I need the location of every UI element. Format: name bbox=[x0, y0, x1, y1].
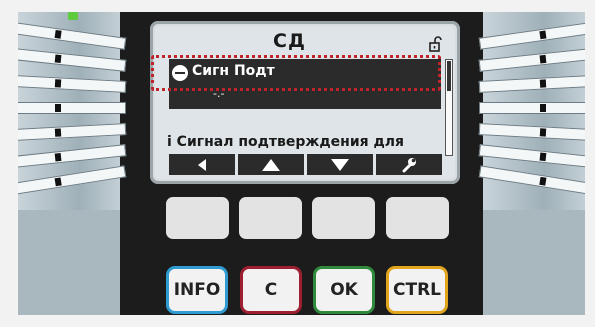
terminal-contact bbox=[18, 48, 127, 72]
terminal-contact bbox=[478, 165, 585, 195]
ok-button[interactable]: OK bbox=[313, 266, 375, 314]
lcd-screen: СД Сигн Подт -.- i Сигнал подтверждения … bbox=[155, 26, 455, 179]
arrow-up-icon bbox=[262, 158, 280, 171]
terminal-contact bbox=[18, 102, 126, 114]
terminal-contact bbox=[18, 22, 127, 50]
softkey-wrench[interactable] bbox=[376, 154, 442, 175]
ctrl-button[interactable]: CTRL bbox=[386, 266, 448, 314]
terminal-contact bbox=[18, 165, 127, 195]
side-lower-panel bbox=[18, 210, 120, 315]
terminal-contact bbox=[478, 144, 585, 168]
c-button[interactable]: C bbox=[240, 266, 302, 314]
info-line: i Сигнал подтверждения для bbox=[167, 134, 405, 150]
terminal-contact bbox=[478, 48, 585, 72]
function-key-4[interactable] bbox=[386, 197, 449, 239]
softkey-bar bbox=[169, 154, 442, 175]
terminal-contact bbox=[18, 144, 127, 168]
screen-title: СД bbox=[273, 30, 306, 52]
softkey-down[interactable] bbox=[307, 154, 373, 175]
function-key-2[interactable] bbox=[239, 197, 302, 239]
terminal-contact bbox=[478, 22, 585, 50]
terminal-contact bbox=[18, 75, 127, 93]
function-key-3[interactable] bbox=[312, 197, 375, 239]
lock-open-icon bbox=[429, 36, 442, 52]
lcd-bezel: СД Сигн Подт -.- i Сигнал подтверждения … bbox=[150, 21, 460, 184]
status-led bbox=[68, 12, 78, 20]
terminal-contact bbox=[479, 102, 585, 114]
arrow-left-icon bbox=[198, 158, 206, 171]
scrollbar[interactable] bbox=[445, 59, 453, 156]
terminal-contact bbox=[18, 123, 127, 141]
arrow-down-icon bbox=[331, 158, 349, 171]
scrollbar-thumb[interactable] bbox=[447, 61, 451, 91]
softkey-left[interactable] bbox=[169, 154, 235, 175]
terminal-contact bbox=[478, 75, 585, 93]
wrench-icon bbox=[402, 157, 416, 172]
selection-highlight-frame bbox=[151, 55, 441, 91]
right-terminal-strip bbox=[478, 12, 585, 315]
side-lower-panel bbox=[483, 210, 585, 315]
info-button[interactable]: INFO bbox=[166, 266, 228, 314]
function-key-1[interactable] bbox=[166, 197, 229, 239]
terminal-contact bbox=[478, 123, 585, 141]
softkey-up[interactable] bbox=[238, 154, 304, 175]
left-terminal-strip bbox=[18, 12, 127, 315]
